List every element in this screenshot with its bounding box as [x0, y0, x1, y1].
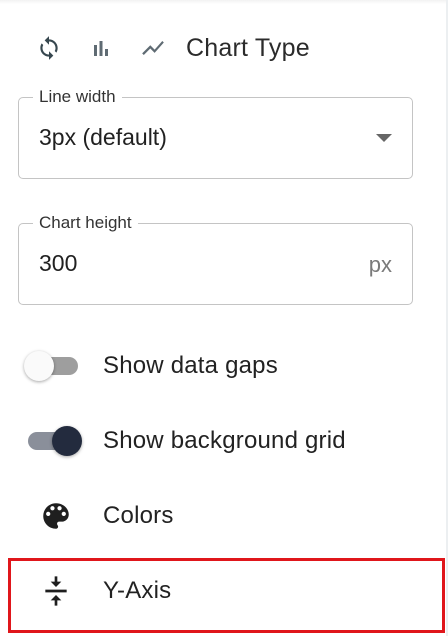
line-width-select[interactable]: Line width 3px (default) [18, 87, 413, 179]
bar-chart-icon[interactable] [86, 33, 116, 63]
chart-height-field[interactable]: Chart height 300 px [18, 213, 413, 305]
toggle-row-data-gaps[interactable]: Show data gaps [0, 336, 448, 396]
chart-type-toolbar: Chart Type [34, 30, 310, 66]
toggle-row-background-grid[interactable]: Show background grid [0, 411, 448, 471]
line-chart-icon[interactable] [138, 33, 168, 63]
chart-type-title: Chart Type [186, 33, 310, 62]
chart-settings-panel: Chart Type Line width 3px (default) Char… [0, 0, 448, 636]
line-width-value: 3px (default) [39, 124, 167, 150]
chart-height-unit: px [368, 252, 392, 277]
menu-item-colors[interactable]: Colors [0, 486, 448, 546]
switch-thumb[interactable] [52, 426, 82, 456]
panel-top-shadow [0, 0, 448, 4]
chart-height-input[interactable]: 300 [39, 250, 77, 277]
switch-thumb[interactable] [24, 351, 54, 381]
show-data-gaps-switch[interactable] [24, 351, 82, 381]
show-data-gaps-label: Show data gaps [103, 352, 278, 379]
highlight-box [8, 558, 445, 633]
show-background-grid-switch[interactable] [24, 426, 82, 456]
chart-height-label: Chart height [33, 213, 138, 233]
palette-icon [38, 498, 74, 534]
show-background-grid-label: Show background grid [103, 427, 346, 454]
dropdown-arrow-icon[interactable] [376, 134, 392, 142]
line-width-label: Line width [33, 87, 122, 107]
refresh-icon[interactable] [34, 33, 64, 63]
colors-label: Colors [103, 502, 174, 529]
